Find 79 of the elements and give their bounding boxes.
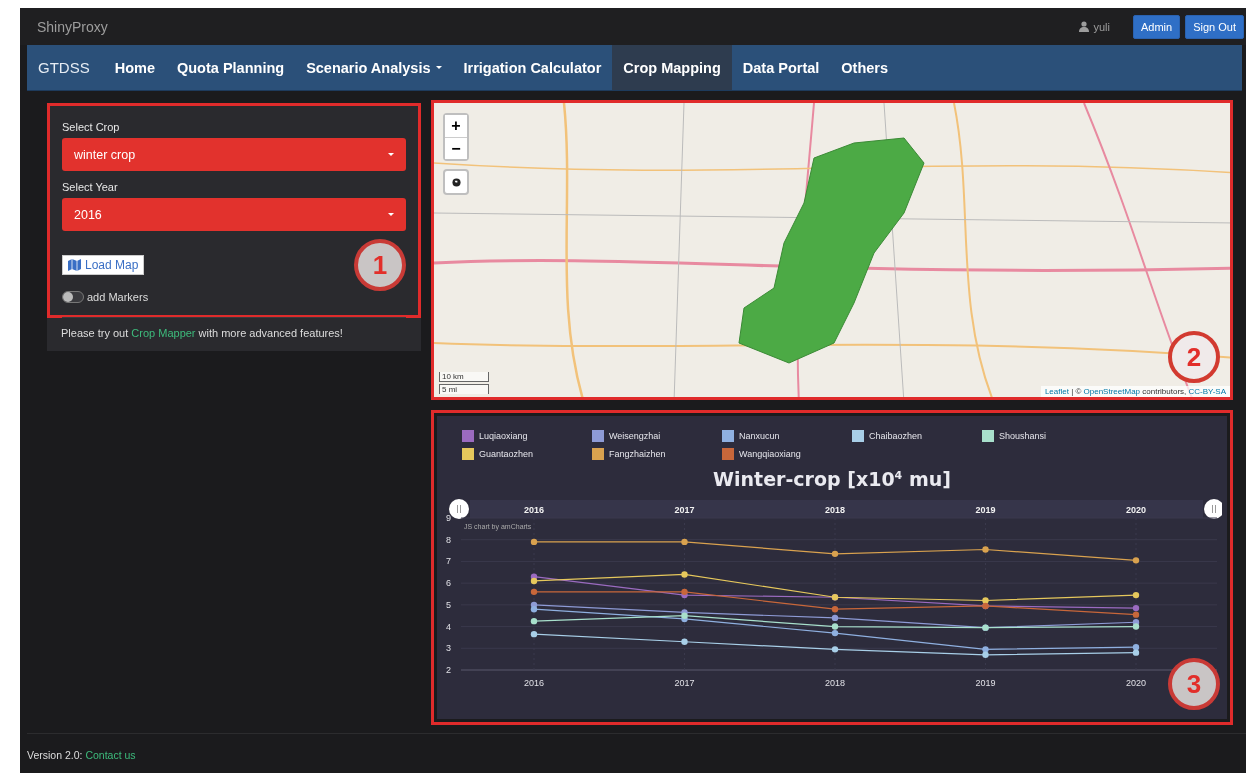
axis-tick-label: 2020 — [1126, 678, 1146, 688]
legend-label[interactable]: Shoushansi — [999, 431, 1047, 441]
zoom-out-button[interactable]: − — [445, 137, 467, 159]
header-button[interactable]: Sign Out — [1185, 14, 1244, 39]
scrollbar-label: 2016 — [524, 505, 544, 515]
user-icon — [1079, 21, 1090, 32]
axis-tick-label: 7 — [446, 556, 451, 567]
legend-label[interactable]: Chaibaozhen — [869, 431, 923, 441]
load-map-button[interactable]: Load Map — [62, 255, 145, 275]
axis-tick-label: 8 — [446, 534, 451, 545]
axis-tick-label: 5 — [446, 599, 451, 610]
scrollbar-label: 2018 — [825, 505, 845, 515]
contact-link[interactable]: Contact us — [85, 749, 136, 761]
data-point — [530, 617, 538, 625]
version-text: Version 2.0: Contact us — [27, 749, 137, 761]
axis-tick-label: 6 — [446, 578, 451, 589]
nav-tab[interactable]: Quota Planning — [166, 45, 296, 90]
chart-title: Winter-crop [x10$^{4}$ mu] — [712, 468, 952, 490]
axis-tick-label: 2 — [446, 665, 451, 675]
legend-label[interactable]: Nanxucun — [739, 431, 780, 441]
data-point — [1132, 557, 1140, 564]
chart-scrollbar[interactable] — [470, 500, 1203, 518]
field-label: Select Year — [62, 181, 119, 193]
field-label: Select Crop — [62, 121, 121, 133]
data-point — [681, 571, 688, 578]
scrollbar-label: 2019 — [975, 505, 996, 515]
crop-mapper-link[interactable]: Crop Mapper — [131, 327, 196, 339]
nav-tab[interactable]: Home — [103, 45, 166, 90]
legend-label[interactable]: Fangzhaizhen — [609, 449, 666, 459]
caret-icon — [388, 153, 394, 156]
attribution-link[interactable]: Leaflet — [1044, 387, 1069, 396]
nav-tab[interactable]: Irrigation Calculator — [452, 45, 613, 90]
axis-tick-label: 2016 — [524, 678, 544, 688]
attribution-link[interactable]: CC-BY-SA — [1188, 387, 1226, 396]
scrollbar-handle[interactable] — [449, 499, 469, 519]
axis-tick-label: 2019 — [975, 678, 996, 688]
caret-icon — [388, 213, 394, 216]
select-field[interactable]: winter crop — [62, 138, 406, 171]
globe-icon — [451, 177, 461, 187]
axis-tick-label: 2017 — [674, 678, 695, 688]
select-field[interactable]: 2016 — [62, 198, 406, 231]
data-point — [530, 588, 538, 596]
navbar-brand[interactable]: GTDSS — [27, 45, 104, 90]
toggle-label: add Markers — [87, 291, 149, 303]
promo-text: Please try out Crop Mapper with more advanced features! — [61, 327, 344, 339]
callout-badge: 1 — [354, 239, 406, 291]
scrollbar-handle[interactable] — [1204, 499, 1222, 519]
legend-label[interactable]: Luqiaoxiang — [479, 431, 528, 441]
scale-label: 10 km — [439, 372, 489, 382]
axis-tick-label: 4 — [446, 621, 451, 632]
legend-label[interactable]: Guantaozhen — [479, 449, 534, 459]
layers-button[interactable] — [443, 169, 469, 195]
nav-tab[interactable]: Scenario Analysis — [295, 45, 453, 90]
axis-tick-label: 3 — [446, 643, 451, 654]
map-attribution: Leaflet | © OpenStreetMap contributors, CC-BY-SA — [1040, 386, 1230, 397]
nav-tab[interactable]: Others — [830, 45, 900, 90]
axis-tick-label: 9 — [446, 513, 451, 523]
username: yuli — [1093, 20, 1110, 33]
header-button[interactable]: Admin — [1133, 14, 1181, 39]
data-point — [530, 630, 538, 638]
scale-label: 5 mi — [439, 384, 489, 394]
data-point — [1132, 591, 1140, 599]
legend-label[interactable]: Wangqiaoxiang — [739, 449, 801, 459]
data-point — [681, 638, 688, 645]
toggle-switch[interactable] — [62, 291, 84, 303]
data-point — [831, 646, 839, 653]
data-point — [831, 550, 839, 558]
map-icon — [68, 259, 81, 271]
data-point — [982, 546, 989, 553]
app-brand[interactable]: ShinyProxy — [37, 18, 1080, 35]
attribution-link[interactable]: OpenStreetMap — [1083, 387, 1141, 396]
data-point — [530, 538, 538, 546]
axis-tick-label: 2018 — [825, 678, 845, 688]
scrollbar-label: 2020 — [1126, 505, 1146, 515]
legend-label[interactable]: Weisengzhai — [609, 431, 661, 441]
data-point — [681, 538, 688, 546]
scrollbar-label: 2017 — [674, 505, 695, 515]
nav-tab[interactable]: Data Portal — [731, 45, 831, 90]
nav-tab[interactable]: Crop Mapping — [612, 45, 732, 90]
